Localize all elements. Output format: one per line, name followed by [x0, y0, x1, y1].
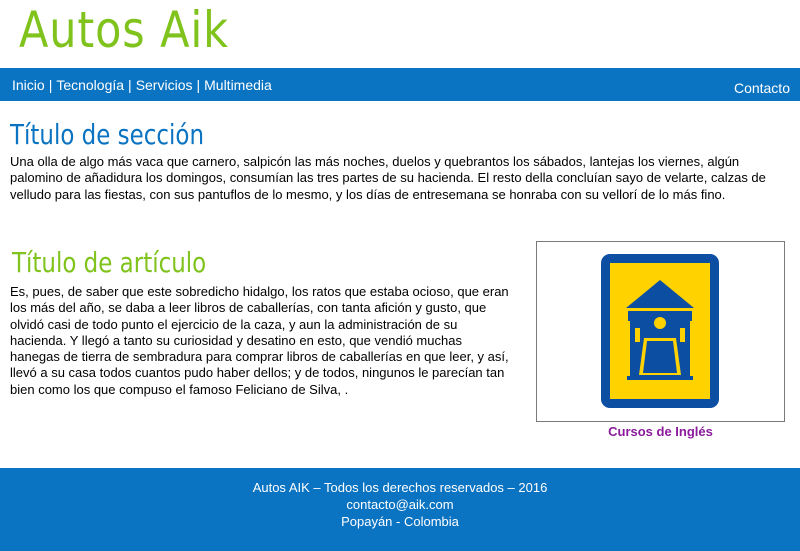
nav-item-inicio[interactable]: Inicio [12, 77, 45, 93]
section-text: Una olla de algo más vaca que carnero, s… [10, 154, 766, 202]
footer-lines: Autos AIK – Todos los derechos reservado… [0, 468, 800, 530]
footer-copyright: Autos AIK – Todos los derechos reservado… [252, 480, 548, 495]
article-title: Título de artículo [12, 246, 207, 279]
site-header: Autos Aik [0, 0, 800, 68]
figure-box [536, 241, 785, 422]
nav-links: Inicio | Tecnología | Servicios | Multimedia [12, 77, 272, 93]
footer-location: Popayán - Colombia [341, 514, 459, 529]
school-sign-icon [601, 254, 719, 408]
nav-item-contacto[interactable]: Contacto [734, 80, 790, 96]
footer-email: contacto@aik.com [346, 497, 454, 512]
nav-bar: Inicio | Tecnología | Servicios | Multimedia C… [0, 68, 800, 101]
nav-separator: | [128, 77, 132, 93]
nav-item-tecnologia[interactable]: Tecnología [56, 77, 124, 93]
site-footer: Autos AIK – Todos los derechos reservado… [0, 468, 800, 551]
nav-separator: | [48, 77, 53, 93]
site-logo[interactable]: Autos Aik [19, 2, 229, 58]
figure-caption-link[interactable]: Cursos de Inglés [536, 424, 785, 439]
page: Autos Aik Inicio | Tecnología | Servicios | Mu… [0, 0, 800, 551]
nav-item-multimedia[interactable]: Multimedia [204, 77, 272, 93]
section-title: Título de sección [10, 118, 204, 151]
article-text: Es, pues, de saber que este sobredicho h… [10, 284, 509, 397]
nav-item-servicios[interactable]: Servicios [136, 77, 193, 93]
nav-separator: | [196, 77, 201, 93]
